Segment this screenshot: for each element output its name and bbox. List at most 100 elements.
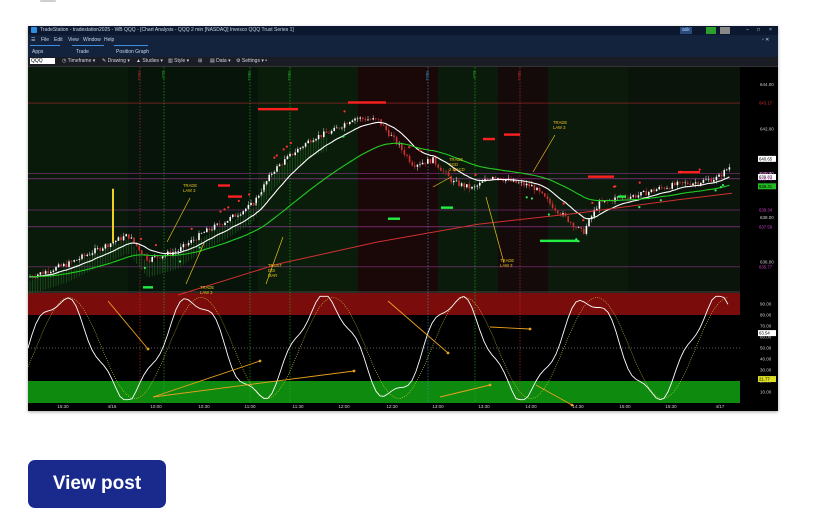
candle-body (156, 256, 159, 258)
signal-dot (525, 196, 528, 199)
candle-body (572, 222, 575, 228)
menu-underline-trade (72, 45, 104, 46)
menu-help[interactable]: Help (104, 37, 114, 43)
candle-body (276, 166, 278, 172)
time-tick-3: 10:30 (198, 404, 210, 409)
candle-body (122, 236, 125, 241)
candle-body (234, 214, 237, 217)
signal-dot (178, 260, 182, 263)
candle-body (190, 239, 192, 243)
candle-body (325, 131, 328, 133)
candle-body (416, 164, 419, 167)
candle-body (486, 179, 489, 180)
event-label-6: SELL (517, 71, 522, 82)
menu-restore-icon[interactable]: ▫ ✕ (762, 37, 769, 43)
studies-label: Studies (142, 58, 160, 64)
candle-body (726, 169, 728, 171)
signal-dot (591, 201, 594, 205)
candle-body (710, 179, 712, 182)
candle-body (65, 263, 68, 267)
maximize-icon[interactable]: □ (754, 26, 763, 35)
candle-body (271, 173, 273, 175)
price-marker-7: 637.58 (759, 224, 773, 229)
candle-body (213, 224, 216, 230)
signal-dot (289, 141, 293, 145)
menu-edit[interactable]: Edit (54, 37, 63, 43)
candle-body (336, 127, 338, 129)
signal-dot (143, 266, 146, 270)
annotation-text-5-1: LAW 3 (553, 125, 566, 130)
candle-body (328, 132, 330, 134)
candle-body (289, 153, 291, 157)
style-button[interactable]: ▥ Style ▾ (168, 58, 189, 64)
layout-icon[interactable]: ⊞ (198, 58, 202, 64)
symbol-input[interactable]: QQQ (30, 58, 55, 64)
candle-body (557, 210, 559, 214)
submenu-position-graph[interactable]: Position Graph (116, 49, 149, 55)
account-badge[interactable]: ask (680, 27, 692, 34)
signal-dot (721, 184, 725, 187)
candle-body (237, 215, 239, 217)
menu-window[interactable]: Window (83, 37, 101, 43)
candle-body (414, 165, 416, 167)
price-marker-0: 643.17 (759, 101, 773, 106)
candle-body (668, 188, 671, 189)
oscillator-tick-8: 10.00 (760, 390, 772, 395)
support-bar-1 (388, 217, 400, 220)
candle-body (705, 179, 707, 181)
studies-button[interactable]: ▲ Studies ▾ (136, 58, 163, 64)
menu-file[interactable]: File (41, 37, 49, 43)
chart-area[interactable]: SELL BUY SELL SELL SELL BUY SELL TRADELAW 3TRA… (28, 67, 778, 411)
candle-body (684, 182, 686, 184)
candle-body (55, 267, 57, 271)
event-label-3: SELL (287, 71, 292, 82)
annotation-text-0-1: LAW 3 (183, 188, 196, 193)
candle-body (520, 182, 523, 183)
candle-body (570, 221, 572, 223)
candle-body (96, 248, 99, 249)
candle-body (518, 182, 520, 184)
candle-body (492, 177, 494, 180)
chart-toolbar: QQQ ◷ Timeframe ▾ ✎ Drawing ▾ ▲ Studies … (28, 57, 778, 67)
menu-icon[interactable]: ☰ (31, 37, 35, 43)
menu-view[interactable]: View (68, 37, 79, 43)
candle-body (645, 190, 647, 196)
candle-body (707, 179, 710, 180)
signal-dot (190, 227, 193, 230)
candle-body (247, 204, 250, 209)
oscillator-tick-0: 90.00 (760, 302, 772, 307)
data-button[interactable]: ▤ Data ▾ (210, 58, 231, 64)
menu-underline-apps (30, 45, 60, 46)
price-marker-8: 635.77 (759, 264, 773, 269)
time-tick-4: 11:00 (245, 404, 256, 409)
drawing-button[interactable]: ✎ Drawing ▾ (102, 58, 130, 64)
submenu-apps[interactable]: Apps (32, 49, 43, 55)
spike-bar (112, 188, 114, 242)
candle-body (47, 271, 49, 274)
submenu-trade[interactable]: Trade (76, 49, 89, 55)
minimize-icon[interactable]: – (743, 26, 752, 35)
candle-body (692, 183, 694, 186)
data-label: Data (216, 58, 227, 64)
candle-body (460, 183, 463, 186)
page-top-sliver (40, 0, 56, 2)
signal-dot (273, 156, 276, 159)
candle-body (674, 183, 676, 186)
time-tick-14: 4/17 (716, 404, 725, 409)
settings-button[interactable]: ⚙ Settings ▾ • (236, 58, 267, 64)
candle-body (481, 181, 484, 183)
candle-body (102, 248, 104, 251)
candle-body (203, 232, 205, 234)
close-icon[interactable]: × (766, 26, 775, 35)
candle-body (598, 201, 601, 209)
timeframe-button[interactable]: ◷ Timeframe ▾ (62, 58, 95, 64)
candle-body (83, 254, 86, 256)
view-post-button[interactable]: View post (28, 460, 166, 508)
candle-body (99, 248, 101, 251)
menu-bar: ☰ File Edit View Window Help ▫ ✕ (28, 35, 778, 47)
signal-dot (714, 189, 717, 192)
candle-body (434, 157, 437, 165)
candle-body (299, 147, 302, 149)
price-tick-1: 642.00 (760, 126, 774, 131)
event-label-5: BUY (472, 71, 477, 80)
